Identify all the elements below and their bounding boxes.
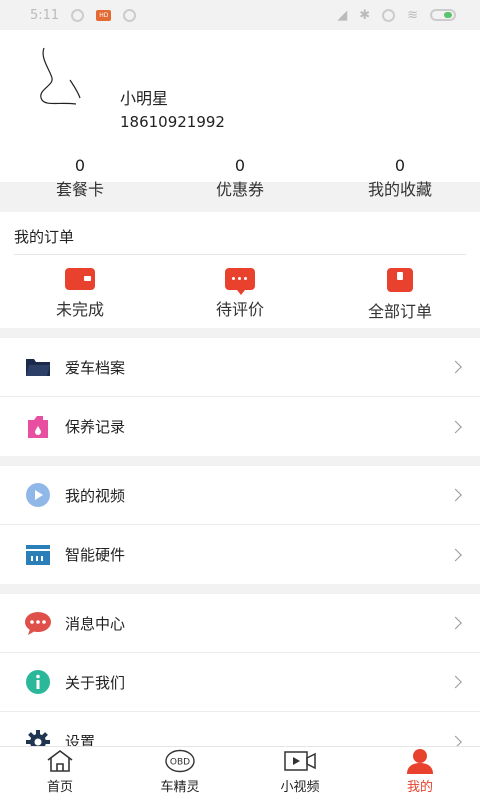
tab-home[interactable]: 首页	[0, 747, 120, 800]
chevron-right-icon	[449, 420, 462, 433]
wallet-icon	[65, 268, 95, 290]
wifi-icon: ≋	[407, 7, 418, 23]
tab-label: 首页	[46, 780, 73, 795]
home-icon	[45, 748, 75, 774]
menu-item-car-profile[interactable]: 爱车档案	[0, 338, 480, 397]
order-item-label: 全部订单	[367, 302, 432, 321]
tab-short-video[interactable]: 小视频	[240, 747, 360, 800]
stat-package-card[interactable]: 0 套餐卡	[0, 156, 160, 200]
folder-icon	[24, 353, 52, 381]
hardware-icon	[24, 541, 52, 569]
comment-icon	[225, 268, 255, 295]
menu-item-maintenance-records[interactable]: 保养记录	[0, 397, 480, 456]
chevron-right-icon	[449, 675, 462, 689]
phone-number: 18610921992	[120, 113, 225, 131]
menu-item-label: 爱车档案	[65, 358, 126, 377]
order-item-incomplete[interactable]: 未完成	[0, 268, 160, 322]
menu-item-smart-hardware[interactable]: 智能硬件	[0, 525, 480, 584]
chevron-right-icon	[449, 360, 462, 374]
bottom-tab-bar: 首页 OBD 车精灵 小视频 我的	[0, 746, 480, 800]
order-item-label: 待评价	[215, 300, 264, 319]
stat-favorites[interactable]: 0 我的收藏	[320, 156, 480, 200]
menu-item-message-center[interactable]: 消息中心	[0, 594, 480, 653]
person-icon	[405, 748, 435, 774]
status-chip: HD	[96, 9, 112, 21]
tab-label: 车精灵	[160, 780, 200, 795]
orders-section: 我的订单 未完成 待评价 全部订单	[0, 212, 480, 328]
stat-count: 0	[234, 156, 246, 175]
status-time: 5:11	[30, 7, 60, 23]
stat-label: 套餐卡	[55, 180, 104, 199]
stats-row: 0 套餐卡 0 优惠券 0 我的收藏	[0, 156, 480, 200]
battery-icon	[430, 9, 456, 21]
avatar[interactable]	[30, 44, 90, 114]
tab-mine[interactable]: 我的	[360, 747, 480, 800]
chevron-right-icon	[449, 548, 462, 561]
stat-label: 我的收藏	[367, 180, 432, 199]
order-item-all[interactable]: 全部订单	[320, 268, 480, 322]
stat-count: 0	[74, 156, 86, 175]
tab-label: 我的	[406, 780, 433, 795]
stat-coupons[interactable]: 0 优惠券	[160, 156, 320, 200]
order-item-pending-review[interactable]: 待评价	[160, 268, 320, 322]
oil-can-icon	[24, 413, 52, 441]
chevron-right-icon	[449, 488, 462, 502]
profile-card: 小明星 18610921992 0 套餐卡 0 优惠券 0 我的收藏	[0, 30, 480, 199]
order-item-label: 未完成	[55, 300, 104, 319]
menu-item-label: 保养记录	[65, 418, 126, 436]
info-icon	[24, 668, 52, 696]
order-box-icon	[387, 268, 413, 292]
play-icon	[24, 481, 52, 509]
status-icon	[123, 8, 137, 22]
menu-group-car: 爱车档案 保养记录	[0, 338, 480, 456]
obd-text: OBD	[170, 758, 190, 768]
video-icon	[284, 748, 316, 774]
menu-item-label: 关于我们	[65, 673, 126, 692]
message-icon	[24, 609, 52, 637]
status-bar: 5:11 HD ◢ ✱ ≋	[0, 0, 480, 30]
divider	[14, 254, 466, 255]
menu-item-label: 消息中心	[65, 614, 126, 633]
username[interactable]: 小明星	[120, 85, 168, 109]
status-icon	[71, 8, 85, 22]
menu-group-media: 我的视频 智能硬件	[0, 466, 480, 584]
nfc-icon	[382, 8, 396, 22]
menu-item-my-videos[interactable]: 我的视频	[0, 466, 480, 525]
menu-group-other: 消息中心 关于我们 设置	[0, 594, 480, 771]
chevron-right-icon	[449, 616, 462, 630]
stat-count: 0	[394, 156, 406, 175]
obd-icon: OBD	[164, 748, 196, 774]
menu-item-label: 我的视频	[65, 486, 126, 505]
menu-item-about-us[interactable]: 关于我们	[0, 653, 480, 712]
stat-label: 优惠券	[215, 180, 264, 199]
tab-label: 小视频	[280, 780, 320, 795]
bluetooth-icon: ✱	[359, 7, 371, 23]
menu-item-label: 智能硬件	[65, 546, 126, 564]
tab-car-genie[interactable]: OBD 车精灵	[120, 747, 240, 800]
signal-icon: ◢	[337, 7, 348, 23]
orders-title: 我的订单	[14, 228, 75, 246]
